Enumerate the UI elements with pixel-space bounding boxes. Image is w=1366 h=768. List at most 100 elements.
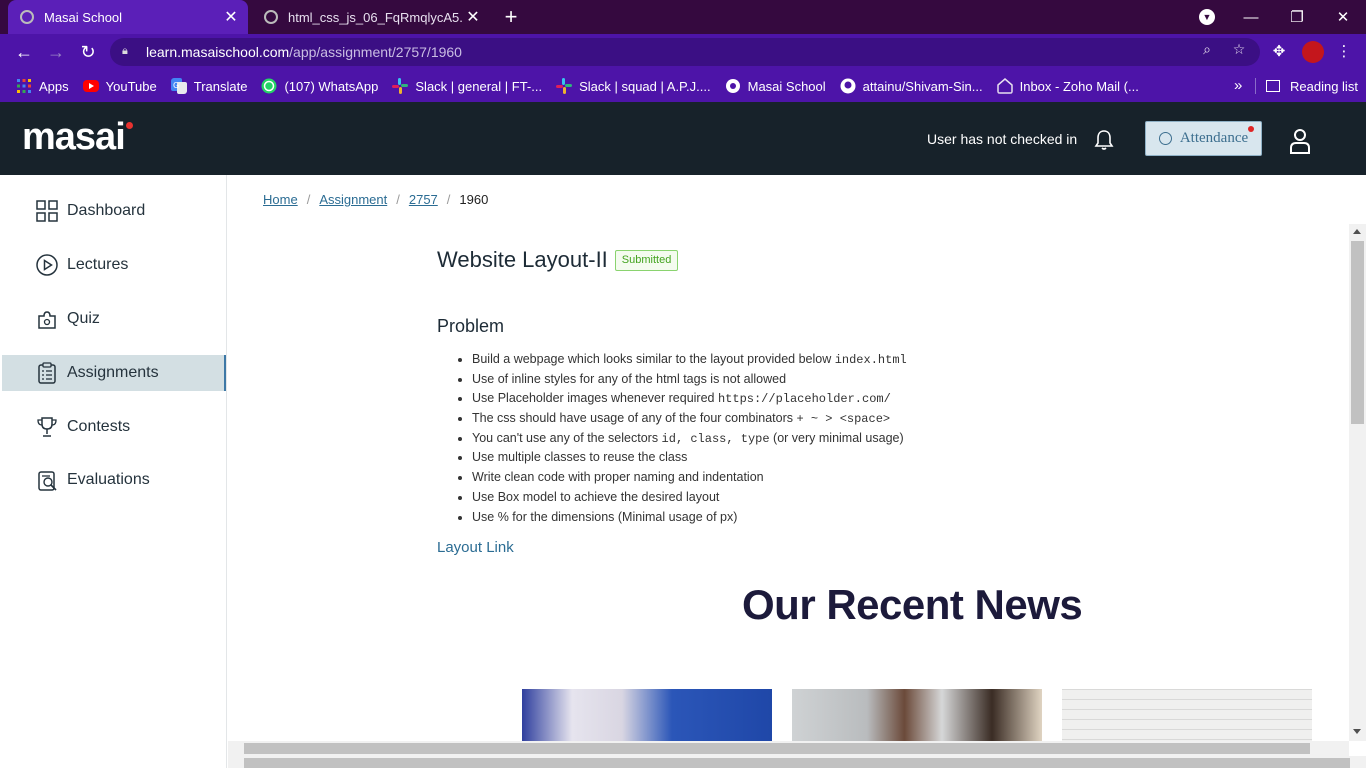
sidebar-item-label: Assignments — [67, 364, 159, 381]
vertical-scrollbar[interactable] — [1349, 224, 1366, 741]
bookmarks-overflow-button[interactable]: » — [1234, 70, 1242, 102]
masai-logo[interactable]: masai — [22, 116, 126, 159]
restore-icon[interactable]: ❐ — [1274, 8, 1320, 26]
sidebar: Dashboard Lectures Quiz Assignments Cont… — [0, 175, 227, 768]
window-controls: — ❐ ✕ — [1228, 0, 1366, 34]
scroll-up-arrow-icon[interactable] — [1353, 229, 1361, 234]
sidebar-item-evaluations[interactable]: Evaluations — [2, 462, 226, 498]
horizontal-scrollbar[interactable] — [228, 741, 1349, 756]
user-icon[interactable] — [1288, 128, 1312, 154]
reading-list-button[interactable]: Reading list — [1266, 70, 1358, 102]
vertical-scroll-thumb[interactable] — [1351, 241, 1364, 424]
evaluation-icon — [38, 471, 57, 491]
bookmark-slack-squad[interactable]: Slack | squad | A.P.J.... — [556, 78, 711, 94]
layout-link[interactable]: Layout Link — [437, 539, 514, 556]
rule-text: Use of inline styles for any of the html… — [472, 371, 787, 386]
tab-title: html_css_js_06_FqRmqlycA5.png — [288, 9, 462, 25]
play-circle-icon — [36, 254, 58, 276]
bookmarks-divider — [1255, 78, 1256, 94]
breadcrumb-home-link[interactable]: Home — [263, 192, 298, 207]
bookmark-slack-general[interactable]: Slack | general | FT-... — [392, 78, 542, 94]
bookmark-apps[interactable]: Apps — [16, 78, 69, 94]
slack-icon — [392, 78, 409, 94]
problem-rules-list: Build a webpage which looks similar to t… — [472, 350, 907, 527]
bookmark-label: Inbox - Zoho Mail (... — [1019, 78, 1139, 94]
page-horizontal-scrollbar[interactable] — [228, 756, 1366, 768]
reload-icon[interactable]: ↻ — [76, 40, 100, 64]
globe-icon — [264, 10, 278, 24]
sidebar-item-dashboard[interactable]: Dashboard — [2, 193, 226, 229]
rule-text: You can't use any of the selectors — [472, 430, 662, 445]
list-item: Use Placeholder images whenever required… — [472, 389, 907, 409]
sidebar-item-lectures[interactable]: Lectures — [2, 247, 226, 283]
slack-icon — [556, 78, 573, 94]
minimize-icon[interactable]: — — [1228, 9, 1274, 26]
horizontal-scroll-thumb[interactable] — [244, 743, 1310, 754]
rule-code: index.html — [834, 353, 907, 367]
bookmark-label: Translate — [193, 78, 248, 94]
page-horizontal-scroll-thumb[interactable] — [244, 758, 1350, 768]
notification-dot — [1248, 126, 1254, 132]
bookmark-whatsapp[interactable]: (107) WhatsApp — [261, 78, 378, 94]
breadcrumb-assignment-id-link[interactable]: 2757 — [409, 192, 438, 207]
status-badge: Submitted — [614, 249, 679, 271]
sidebar-item-label: Evaluations — [67, 471, 150, 488]
chevron-down-icon[interactable]: ▼ — [1199, 9, 1215, 25]
dashboard-grid-icon — [36, 200, 58, 222]
breadcrumb-assignment-link[interactable]: Assignment — [319, 192, 387, 207]
breadcrumb: Home / Assignment / 2757 / 1960 — [263, 192, 488, 207]
menu-dots-icon[interactable]: ⋮ — [1334, 42, 1354, 62]
zoom-icon[interactable]: ⌕ — [1198, 40, 1216, 58]
preview-heading: Our Recent News — [742, 581, 1083, 628]
youtube-icon — [82, 80, 99, 92]
close-icon[interactable]: ✕ — [462, 7, 484, 27]
tab-title: Masai School — [44, 9, 123, 25]
bell-icon[interactable] — [1092, 128, 1116, 152]
bookmark-youtube[interactable]: YouTube — [82, 78, 157, 94]
reading-list-label: Reading list — [1290, 78, 1358, 94]
sidebar-item-contests[interactable]: Contests — [2, 409, 226, 445]
rule-text: The css should have usage of any of the … — [472, 411, 797, 426]
bookmark-label: Slack | squad | A.P.J.... — [579, 78, 711, 94]
attendance-button[interactable]: Attendance — [1145, 121, 1262, 156]
forward-arrow-icon[interactable]: → — [44, 40, 68, 64]
tab-image-file[interactable]: html_css_js_06_FqRmqlycA5.png ✕ — [252, 0, 490, 34]
breadcrumb-current: 1960 — [459, 192, 489, 207]
bookmark-label: (107) WhatsApp — [284, 78, 379, 94]
rule-text: Use multiple classes to reuse the class — [472, 450, 688, 465]
preview-news-image-1 — [522, 689, 772, 741]
close-window-icon[interactable]: ✕ — [1320, 8, 1366, 26]
puzzle-icon — [38, 311, 56, 329]
scroll-down-arrow-icon[interactable] — [1353, 729, 1361, 734]
list-item: Use of inline styles for any of the html… — [472, 370, 907, 390]
address-bar[interactable]: 🔒︎ learn.masaischool.com/app/assignment/… — [110, 38, 1260, 66]
rule-text: Write clean code with proper naming and … — [472, 470, 764, 485]
url-host: learn.masaischool.com — [146, 44, 290, 60]
preview-news-image-3 — [1062, 689, 1312, 741]
back-arrow-icon[interactable]: ← — [12, 40, 36, 64]
extensions-puzzle-icon[interactable]: ✥ — [1269, 42, 1289, 62]
bookmark-label: Apps — [39, 78, 69, 94]
svg-text:G: G — [173, 81, 179, 90]
list-item: Use Box model to achieve the desired lay… — [472, 488, 907, 508]
bookmark-github[interactable]: attainu/Shivam-Sin... — [840, 78, 983, 94]
profile-avatar[interactable] — [1302, 41, 1324, 63]
bookmark-star-icon[interactable]: ☆ — [1230, 40, 1248, 58]
bookmark-translate[interactable]: G Translate — [170, 78, 248, 94]
breadcrumb-separator: / — [396, 192, 400, 207]
sidebar-item-assignments[interactable]: Assignments — [2, 355, 226, 391]
github-icon — [840, 78, 856, 94]
rule-code: id, class, type — [661, 431, 770, 446]
breadcrumb-separator: / — [446, 192, 451, 207]
bookmark-masai-school[interactable]: Masai School — [725, 78, 826, 94]
preview-news-image-2 — [792, 689, 1042, 741]
close-icon[interactable]: ✕ — [220, 7, 242, 27]
tab-masai-school[interactable]: Masai School ✕ — [8, 0, 248, 34]
bookmark-zoho-mail[interactable]: Inbox - Zoho Mail (... — [996, 78, 1139, 94]
new-tab-button[interactable]: + — [500, 4, 522, 30]
sidebar-item-quiz[interactable]: Quiz — [2, 301, 226, 337]
attendance-label: Attendance — [1179, 130, 1249, 146]
list-item: You can't use any of the selectors id, c… — [472, 429, 907, 449]
main-content: Home / Assignment / 2757 / 1960 Website … — [228, 175, 1349, 741]
list-item: Write clean code with proper naming and … — [472, 468, 907, 488]
